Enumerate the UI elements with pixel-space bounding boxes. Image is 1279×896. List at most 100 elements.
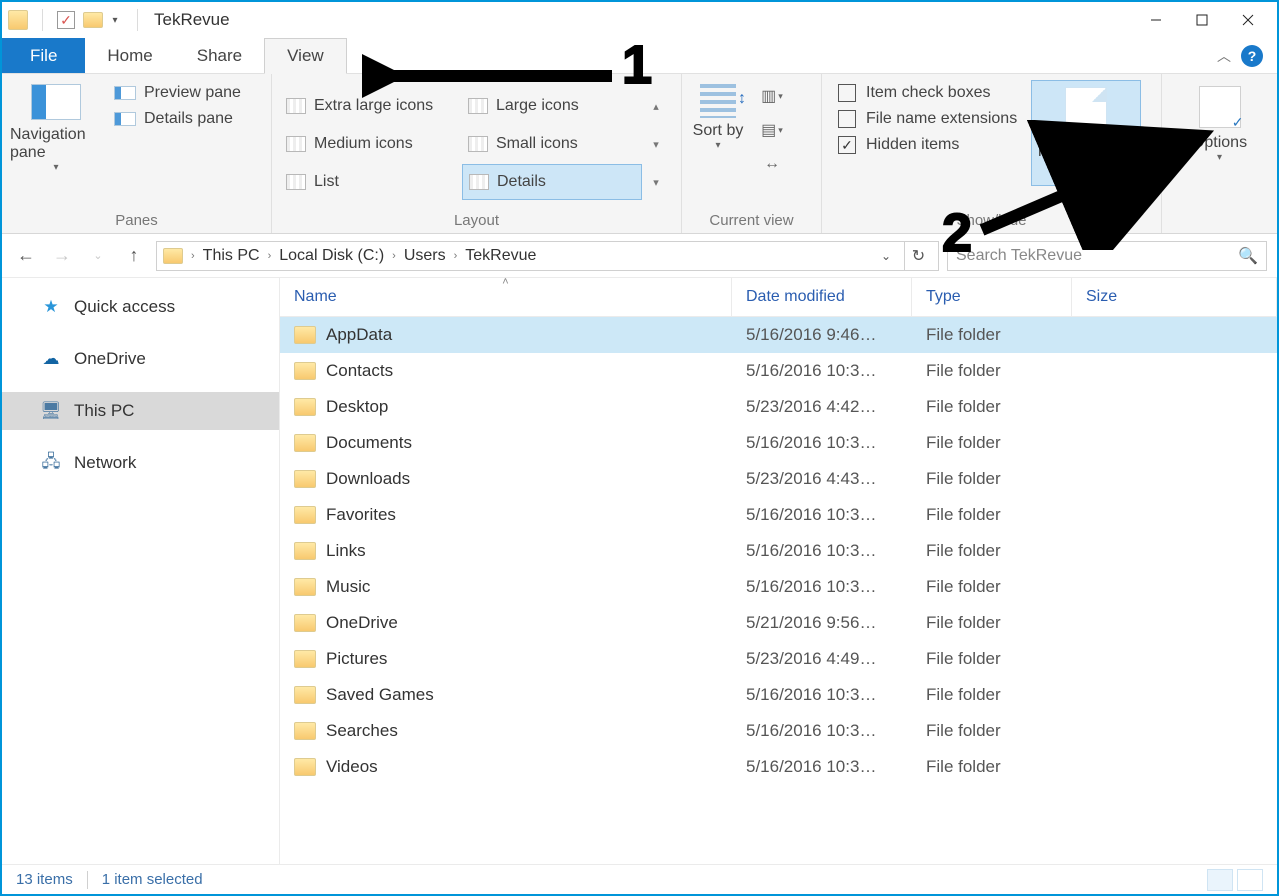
folder-icon [294,434,316,452]
checkbox-icon [838,84,856,102]
layout-scroll-up[interactable]: ▴ [644,88,668,124]
qat-dropdown[interactable]: ▾ [107,12,123,28]
layout-label: List [314,173,339,191]
breadcrumb-local-disk[interactable]: Local Disk (C:) [279,247,384,265]
item-check-boxes-toggle[interactable]: Item check boxes [830,80,1025,106]
chevron-right-icon[interactable]: › [388,250,400,262]
chevron-right-icon[interactable]: › [450,250,462,262]
file-row[interactable]: Desktop5/23/2016 4:42…File folder [280,389,1277,425]
layout-more[interactable]: ▾ [644,164,668,200]
close-button[interactable] [1225,4,1271,36]
app-icon[interactable] [8,10,28,30]
folder-icon [294,470,316,488]
search-input[interactable]: Search TekRevue 🔍 [947,241,1267,271]
file-name: Favorites [326,505,396,525]
add-columns-button[interactable]: ▤▾ [760,118,784,142]
quick-access-icon: ★ [40,296,62,318]
group-label-show-hide: Show/hide [830,208,1153,231]
breadcrumb-this-pc[interactable]: This PC [203,247,260,265]
details-view-button[interactable] [1207,869,1233,891]
file-size [1072,367,1277,375]
tab-view[interactable]: View [264,38,347,74]
layout-medium-icons[interactable]: Medium icons [280,126,460,162]
file-row[interactable]: Music5/16/2016 10:3…File folder [280,569,1277,605]
tab-share[interactable]: Share [175,38,264,73]
navigation-pane-icon [31,84,81,120]
hide-selected-items-button[interactable]: Hide selected items [1031,80,1141,186]
breadcrumb-users[interactable]: Users [404,247,446,265]
layout-list[interactable]: List [280,164,460,200]
search-icon[interactable]: 🔍 [1238,246,1258,266]
navigation-pane-button[interactable]: Navigation pane ▾ [10,80,102,173]
hidden-items-toggle[interactable]: ✓ Hidden items [830,132,1025,158]
column-header-name[interactable]: Name˄ [280,278,732,316]
tab-file[interactable]: File [2,38,85,73]
layout-small-icons[interactable]: Small icons [462,126,642,162]
column-header-date[interactable]: Date modified [732,278,912,316]
column-header-type[interactable]: Type [912,278,1072,316]
close-icon [1242,14,1254,26]
file-name: Pictures [326,649,387,669]
file-name-extensions-toggle[interactable]: File name extensions [830,106,1025,132]
sidebar-item-this-pc[interactable]: 🖥 This PC [2,392,279,430]
file-type: File folder [912,321,1072,349]
file-type: File folder [912,501,1072,529]
help-button[interactable]: ? [1241,45,1263,67]
file-row[interactable]: Downloads5/23/2016 4:43…File folder [280,461,1277,497]
back-button[interactable]: ← [12,242,40,270]
file-row[interactable]: AppData5/16/2016 9:46…File folder [280,317,1277,353]
chevron-right-icon[interactable]: › [264,250,276,262]
sort-by-button[interactable]: Sort by ▾ [690,80,746,151]
tab-home[interactable]: Home [85,38,174,73]
preview-pane-icon [114,86,136,100]
up-button[interactable]: ↑ [120,242,148,270]
column-header-size[interactable]: Size [1072,278,1277,316]
preview-pane-button[interactable]: Preview pane [108,80,247,106]
file-row[interactable]: Searches5/16/2016 10:3…File folder [280,713,1277,749]
layout-details[interactable]: Details [462,164,642,200]
file-row[interactable]: Favorites5/16/2016 10:3…File folder [280,497,1277,533]
file-row[interactable]: Pictures5/23/2016 4:49…File folder [280,641,1277,677]
chevron-right-icon[interactable]: › [187,250,199,262]
address-dropdown-button[interactable]: ⌄ [872,242,900,270]
sidebar-item-quick-access[interactable]: ★ Quick access [2,288,279,326]
size-columns-button[interactable]: ↔ [760,152,784,176]
maximize-button[interactable] [1179,4,1225,36]
minimize-button[interactable] [1133,4,1179,36]
collapse-ribbon-button[interactable]: ︿ [1217,46,1231,66]
preview-pane-label: Preview pane [144,84,241,102]
thumbnails-view-button[interactable] [1237,869,1263,891]
layout-large-icons[interactable]: Large icons [462,88,642,124]
small-icon [468,136,488,152]
layout-label: Small icons [496,135,578,153]
navigation-bar: ← → ⌄ ↑ › This PC › Local Disk (C:) › Us… [2,234,1277,278]
refresh-button[interactable]: ↻ [904,242,932,270]
file-row[interactable]: Contacts5/16/2016 10:3…File folder [280,353,1277,389]
layout-extra-large-icons[interactable]: Extra large icons [280,88,460,124]
file-row[interactable]: Links5/16/2016 10:3…File folder [280,533,1277,569]
group-by-button[interactable]: ▥▾ [760,84,784,108]
hide-selected-label: Hide selected items [1036,143,1136,179]
breadcrumb-tekrevue[interactable]: TekRevue [465,247,536,265]
sidebar-item-network[interactable]: 🖧 Network [2,444,279,482]
file-row[interactable]: OneDrive5/21/2016 9:56…File folder [280,605,1277,641]
file-row[interactable]: Videos5/16/2016 10:3…File folder [280,749,1277,785]
recent-locations-button[interactable]: ⌄ [84,242,112,270]
details-pane-button[interactable]: Details pane [108,106,247,132]
file-type: File folder [912,573,1072,601]
new-folder-qat-button[interactable] [83,12,103,28]
sidebar-item-onedrive[interactable]: ☁ OneDrive [2,340,279,378]
file-row[interactable]: Saved Games5/16/2016 10:3…File folder [280,677,1277,713]
content-area: ★ Quick access ☁ OneDrive 🖥 This PC 🖧 Ne… [2,278,1277,864]
layout-scroll-down[interactable]: ▾ [644,126,668,162]
file-row[interactable]: Documents5/16/2016 10:3…File folder [280,425,1277,461]
file-date: 5/16/2016 10:3… [732,429,912,457]
options-button[interactable]: Options ▾ [1180,80,1260,169]
folder-icon [163,248,183,264]
properties-qat-button[interactable]: ✓ [57,11,75,29]
details-pane-icon [114,112,136,126]
forward-button[interactable]: → [48,242,76,270]
folder-icon [294,578,316,596]
network-icon: 🖧 [40,452,62,474]
address-bar[interactable]: › This PC › Local Disk (C:) › Users › Te… [156,241,939,271]
